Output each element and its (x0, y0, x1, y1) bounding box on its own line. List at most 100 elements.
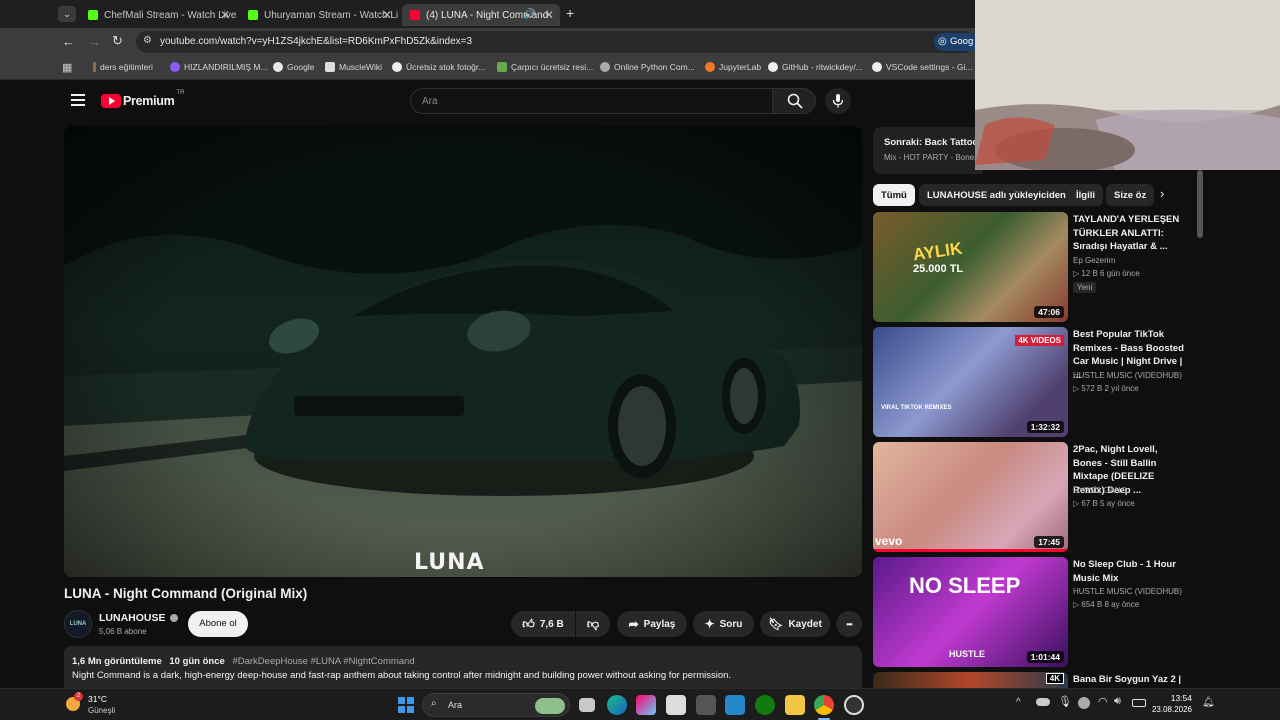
webcam-overlay (975, 0, 1280, 170)
search-input[interactable]: Ara (410, 88, 773, 114)
related-title[interactable]: No Sleep Club - 1 Hour Music Mix (1073, 558, 1188, 585)
chip-uploader[interactable]: LUNAHOUSE adlı yükleyiciden (919, 184, 1074, 206)
chevron-right-icon[interactable]: › (1160, 186, 1164, 201)
back-icon[interactable]: ← (62, 34, 75, 49)
github-desktop-icon[interactable] (844, 695, 864, 715)
pexels-icon (392, 62, 402, 72)
bookmark-item[interactable]: JupyterLab (705, 62, 761, 72)
close-icon[interactable]: ✕ (382, 8, 392, 22)
chip-for-you[interactable]: Size öz (1106, 184, 1154, 206)
related-channel[interactable]: HUSTLE MUSIC (VIDEOHUB) (1073, 371, 1182, 380)
site-info-icon[interactable]: ⚙ (143, 35, 152, 46)
menu-icon[interactable] (71, 94, 85, 106)
bookmark-item[interactable]: Google (273, 62, 314, 72)
next-up-panel[interactable]: Sonraki: Back Tattoo Mix - HOT PARTY - B… (873, 127, 983, 174)
duration-badge: 1:01:44 (1026, 651, 1064, 663)
tray-chevron-icon[interactable]: ^ (1016, 697, 1021, 708)
webcam-image (975, 0, 1280, 170)
scrollbar[interactable] (1197, 170, 1203, 238)
onedrive-icon[interactable] (1036, 698, 1050, 706)
search-highlight-icon (535, 698, 565, 714)
bookmark-item[interactable]: Ücretsiz stok fotoğr... (392, 62, 485, 72)
search-button[interactable] (772, 88, 816, 114)
video-player[interactable]: LUNA (64, 126, 862, 577)
close-icon[interactable]: ✕ (544, 8, 554, 22)
windows-start-icon[interactable] (398, 697, 414, 713)
address-bar[interactable]: ⚙ youtube.com/watch?v=yH1ZS4jkchE&list=R… (136, 31, 978, 53)
share-button[interactable]: ➦ Paylaş (617, 611, 687, 637)
related-meta: ▷ 654 B 8 ay önce (1073, 600, 1140, 609)
youtube-logo[interactable]: Premium TR (101, 90, 184, 110)
related-title[interactable]: TAYLAND'A YERLEŞEN TÜRKLER ANLATTI: Sıra… (1073, 213, 1188, 254)
browser-tab[interactable]: ChefMali Stream - Watch Live o ✕ (80, 4, 236, 26)
notification-bell-icon[interactable]: 🔔︎ (1202, 697, 1215, 708)
taskbar-search[interactable]: ⌕ Ara (422, 693, 570, 717)
copilot-icon[interactable] (636, 695, 656, 715)
reload-icon[interactable]: ↻ (112, 33, 123, 49)
related-thumbnail[interactable]: 4K VIDEOS VIRAL TIKTOK REMIXES 1:32:32 (873, 327, 1068, 437)
task-view-icon[interactable] (579, 698, 595, 712)
bookmark-item[interactable]: GitHub - ritwickdey/... (768, 62, 863, 72)
store-icon[interactable] (666, 695, 686, 715)
weather-widget[interactable]: 2 31°C Güneşli (66, 692, 146, 718)
related-thumbnail[interactable]: NO SLEEP HUSTLE 1:01:44 (873, 557, 1068, 667)
ask-button[interactable]: ✦ Soru (693, 611, 754, 637)
related-thumbnail[interactable]: vevo 17:45 (873, 442, 1068, 552)
wifi-icon[interactable]: ◠ (1098, 695, 1108, 708)
chip-related[interactable]: İlgili (1068, 184, 1103, 206)
bookmark-item[interactable]: MuscleWiki (325, 62, 382, 72)
chrome-icon[interactable] (814, 695, 834, 715)
vscode-icon[interactable] (725, 695, 745, 715)
tray-app-icon[interactable] (1078, 697, 1090, 709)
volume-icon[interactable]: 🔊︎ (1114, 695, 1121, 708)
bookmark-item[interactable]: HIZLANDIRILMIŞ M... (170, 62, 268, 72)
related-channel[interactable]: HUSTLE MUSIC (VIDEOHUB) (1073, 587, 1182, 596)
leaf-icon (93, 62, 96, 72)
description-meta: 1,6 Mn görüntüleme 10 gün önce #DarkDeep… (72, 656, 415, 667)
edge-icon[interactable] (607, 695, 627, 715)
channel-name[interactable]: LUNAHOUSE (99, 612, 178, 624)
clock[interactable]: 13:54 23.08.2026 (1134, 693, 1192, 714)
chip-all[interactable]: Tümü (873, 184, 915, 206)
app-icon[interactable] (696, 695, 716, 715)
audio-playing-icon[interactable]: 🔊 (524, 9, 536, 20)
related-thumbnail[interactable]: AYLIK 25.000 TL 47:06 (873, 212, 1068, 322)
related-meta: ▷ 12 B 6 gün önce (1073, 269, 1140, 278)
bookmark-item[interactable]: ders eğitimleri (93, 62, 153, 72)
file-explorer-icon[interactable] (785, 695, 805, 715)
related-channel[interactable]: DYSSO GANG (1073, 486, 1127, 495)
tab-search-icon[interactable]: ⌄ (58, 6, 76, 22)
duration-badge: 47:06 (1034, 306, 1064, 318)
subscribe-button[interactable]: Abone ol (188, 611, 248, 637)
related-thumbnail[interactable]: 4K (873, 672, 1068, 688)
thumbs-down-icon: 👎︎ (586, 616, 600, 631)
windows-taskbar: 2 31°C Güneşli ⌕ Ara ^ 🎙︎ ◠ 🔊︎ 13:54 23.… (0, 688, 1280, 720)
new-tab-button[interactable]: + (566, 5, 574, 21)
close-icon[interactable]: ✕ (220, 8, 230, 22)
related-title[interactable]: Bana Bir Soygun Yaz 2 | (1073, 673, 1188, 687)
browser-tab-active[interactable]: (4) LUNA - Night Command 🔊 ✕ (402, 4, 560, 26)
video-frame-image (64, 126, 862, 577)
bookmark-favicon-icon (170, 62, 180, 72)
kick-favicon-icon (88, 10, 98, 20)
bookmark-item[interactable]: VSCode settings - Gi... (872, 62, 972, 72)
xbox-icon[interactable] (755, 695, 775, 715)
related-channel[interactable]: Ep Gezerim (1073, 256, 1115, 265)
apps-grid-icon[interactable]: ▦ (62, 61, 72, 74)
bookmark-item[interactable]: Online Python Com... (600, 62, 695, 72)
more-actions-button[interactable]: ••• (836, 611, 862, 637)
search-icon: ⌕ (431, 698, 437, 709)
channel-avatar[interactable]: LUNA (64, 610, 92, 638)
save-button[interactable]: 🔖︎ Kaydet (760, 611, 830, 637)
pexels-icon (497, 62, 507, 72)
mic-tray-icon[interactable]: 🎙︎ (1058, 695, 1072, 708)
like-button[interactable]: 👍︎ 7,6 B (511, 611, 575, 637)
forward-icon[interactable]: → (88, 34, 101, 49)
thumbs-up-icon: 👍︎ (522, 616, 535, 631)
bookmark-item[interactable]: Çarpıcı ücretsiz resi... (497, 62, 593, 72)
voice-search-button[interactable] (825, 88, 851, 114)
youtube-favicon-icon (410, 10, 420, 20)
google-lens-button[interactable]: ◎ Goog (934, 33, 978, 51)
browser-tab[interactable]: Uhuryaman Stream - Watch Live ✕ (240, 4, 398, 26)
dislike-button[interactable]: 👎︎ (576, 611, 610, 637)
